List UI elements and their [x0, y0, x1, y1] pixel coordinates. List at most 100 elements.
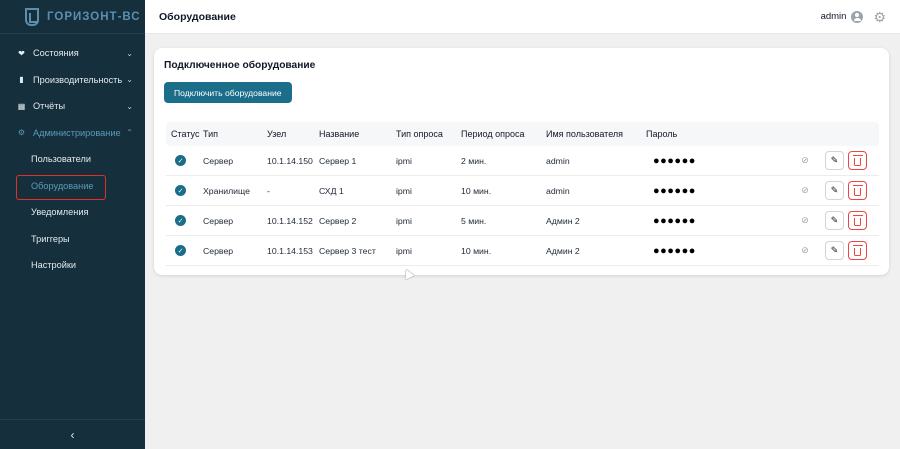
sidebar-item-label: Администрирование	[33, 127, 121, 138]
trash-icon	[852, 215, 863, 226]
logo-text: ГОРИЗОНТ-ВС	[47, 10, 141, 23]
equipment-table: Статус Тип Узел Название Тип опроса Пери…	[166, 122, 879, 266]
administration-submenu: Пользователи Оборудование Уведомления Тр…	[0, 146, 145, 279]
cell-host: -	[267, 185, 270, 196]
bar-chart-icon: ▮	[19, 75, 24, 85]
table-row[interactable]: ✓ Хранилище - СХД 1 ipmi 10 мин. admin ●…	[166, 176, 879, 206]
cell-type: Сервер	[203, 215, 234, 226]
cell-poll-type: ipmi	[396, 245, 412, 256]
sidebar: ГОРИЗОНТ-ВС ❤ Состояния ⌄ ▮ Производител…	[0, 0, 145, 449]
col-header-poll-type[interactable]: Тип опроса	[396, 129, 461, 139]
pencil-icon: ✎	[830, 245, 839, 255]
cell-password: ●●●●●●	[653, 154, 696, 167]
page-title: Оборудование	[159, 10, 236, 23]
avatar-icon[interactable]	[851, 10, 864, 23]
card-title: Подключенное оборудование	[164, 60, 316, 71]
cell-username: Админ 2	[546, 215, 580, 226]
status-check-icon: ✓	[175, 155, 186, 166]
app-logo[interactable]: ГОРИЗОНТ-ВС	[0, 0, 145, 34]
cell-name: СХД 1	[319, 185, 344, 196]
logo-shield-icon	[25, 7, 39, 26]
delete-button[interactable]	[848, 181, 867, 200]
sidebar-subitem-settings[interactable]: Настройки	[0, 252, 145, 279]
col-header-poll-period[interactable]: Период опроса	[461, 129, 546, 139]
table-row[interactable]: ✓ Сервер 10.1.14.150 Сервер 1 ipmi 2 мин…	[166, 146, 879, 176]
sidebar-item-states[interactable]: ❤ Состояния ⌄	[0, 40, 145, 67]
edit-button[interactable]: ✎	[825, 241, 844, 260]
cell-poll-type: ipmi	[396, 215, 412, 226]
gear-icon: ⚙	[17, 128, 26, 138]
sidebar-item-administration[interactable]: ⚙ Администрирование ⌃	[0, 120, 145, 147]
cell-type: Сервер	[203, 155, 234, 166]
cell-host: 10.1.14.152	[267, 215, 313, 226]
cell-password: ●●●●●●	[653, 244, 696, 257]
calendar-icon: ▦	[17, 101, 26, 111]
show-password-icon[interactable]: ⊘	[801, 185, 809, 195]
cell-username: Админ 2	[546, 245, 580, 256]
delete-button[interactable]	[848, 241, 867, 260]
edit-button[interactable]: ✎	[825, 181, 844, 200]
sidebar-item-label: Производительность	[33, 74, 123, 85]
cell-poll-period: 5 мин.	[461, 215, 487, 226]
chevron-down-icon: ⌄	[126, 75, 133, 85]
delete-button[interactable]	[848, 151, 867, 170]
pencil-icon: ✎	[830, 215, 839, 225]
equipment-card: Подключенное оборудование Подключить обо…	[154, 48, 889, 275]
settings-gear-icon[interactable]: ⚙	[873, 10, 886, 24]
col-header-host[interactable]: Узел	[267, 129, 319, 139]
col-header-type[interactable]: Тип	[203, 129, 267, 139]
status-check-icon: ✓	[175, 215, 186, 226]
cell-password: ●●●●●●	[653, 214, 696, 227]
sidebar-subitem-triggers[interactable]: Триггеры	[0, 226, 145, 253]
cell-host: 10.1.14.153	[267, 245, 313, 256]
heart-icon: ❤	[18, 48, 25, 58]
col-header-password[interactable]: Пароль	[646, 129, 785, 139]
cell-poll-period: 10 мин.	[461, 185, 492, 196]
col-header-username[interactable]: Имя пользователя	[546, 129, 646, 139]
trash-icon	[852, 185, 863, 196]
show-password-icon[interactable]: ⊘	[801, 215, 809, 225]
delete-button[interactable]	[848, 211, 867, 230]
topbar: Оборудование admin ⚙	[145, 0, 900, 34]
sidebar-subitem-users[interactable]: Пользователи	[0, 146, 145, 173]
pencil-icon: ✎	[830, 185, 839, 195]
sidebar-nav: ❤ Состояния ⌄ ▮ Производительность ⌄ ▦ О…	[0, 34, 145, 279]
collapse-sidebar-button[interactable]: ‹	[0, 419, 145, 449]
trash-icon	[852, 155, 863, 166]
cell-password: ●●●●●●	[653, 184, 696, 197]
connect-equipment-button[interactable]: Подключить оборудование	[164, 82, 292, 103]
table-row[interactable]: ✓ Сервер 10.1.14.152 Сервер 2 ipmi 5 мин…	[166, 206, 879, 236]
show-password-icon[interactable]: ⊘	[801, 245, 809, 255]
cell-poll-type: ipmi	[396, 185, 412, 196]
sidebar-item-label: Состояния	[33, 48, 79, 59]
sidebar-subitem-notifications[interactable]: Уведомления	[0, 199, 145, 226]
cell-username: admin	[546, 155, 570, 166]
sidebar-subitem-equipment[interactable]: Оборудование	[0, 173, 145, 199]
chevron-up-icon: ⌃	[126, 128, 133, 138]
col-header-status[interactable]: Статус	[166, 129, 203, 139]
show-password-icon[interactable]: ⊘	[801, 155, 809, 165]
sidebar-item-reports[interactable]: ▦ Отчёты ⌄	[0, 93, 145, 120]
cell-poll-type: ipmi	[396, 155, 412, 166]
cell-type: Сервер	[203, 245, 234, 256]
chevron-down-icon: ⌄	[126, 48, 133, 58]
cell-name: Сервер 3 тест	[319, 245, 376, 256]
sidebar-item-performance[interactable]: ▮ Производительность ⌄	[0, 67, 145, 94]
cell-name: Сервер 1	[319, 155, 357, 166]
status-check-icon: ✓	[175, 245, 186, 256]
username[interactable]: admin	[821, 11, 847, 22]
edit-button[interactable]: ✎	[825, 211, 844, 230]
cell-username: admin	[546, 185, 570, 196]
cell-host: 10.1.14.150	[267, 155, 313, 166]
trash-icon	[852, 245, 863, 256]
cell-poll-period: 10 мин.	[461, 245, 492, 256]
table-row[interactable]: ✓ Сервер 10.1.14.153 Сервер 3 тест ipmi …	[166, 236, 879, 266]
cell-type: Хранилище	[203, 185, 250, 196]
table-header: Статус Тип Узел Название Тип опроса Пери…	[166, 122, 879, 146]
status-check-icon: ✓	[175, 185, 186, 196]
chevron-down-icon: ⌄	[126, 101, 133, 111]
cell-name: Сервер 2	[319, 215, 357, 226]
col-header-name[interactable]: Название	[319, 129, 396, 139]
cell-poll-period: 2 мин.	[461, 155, 487, 166]
edit-button[interactable]: ✎	[825, 151, 844, 170]
